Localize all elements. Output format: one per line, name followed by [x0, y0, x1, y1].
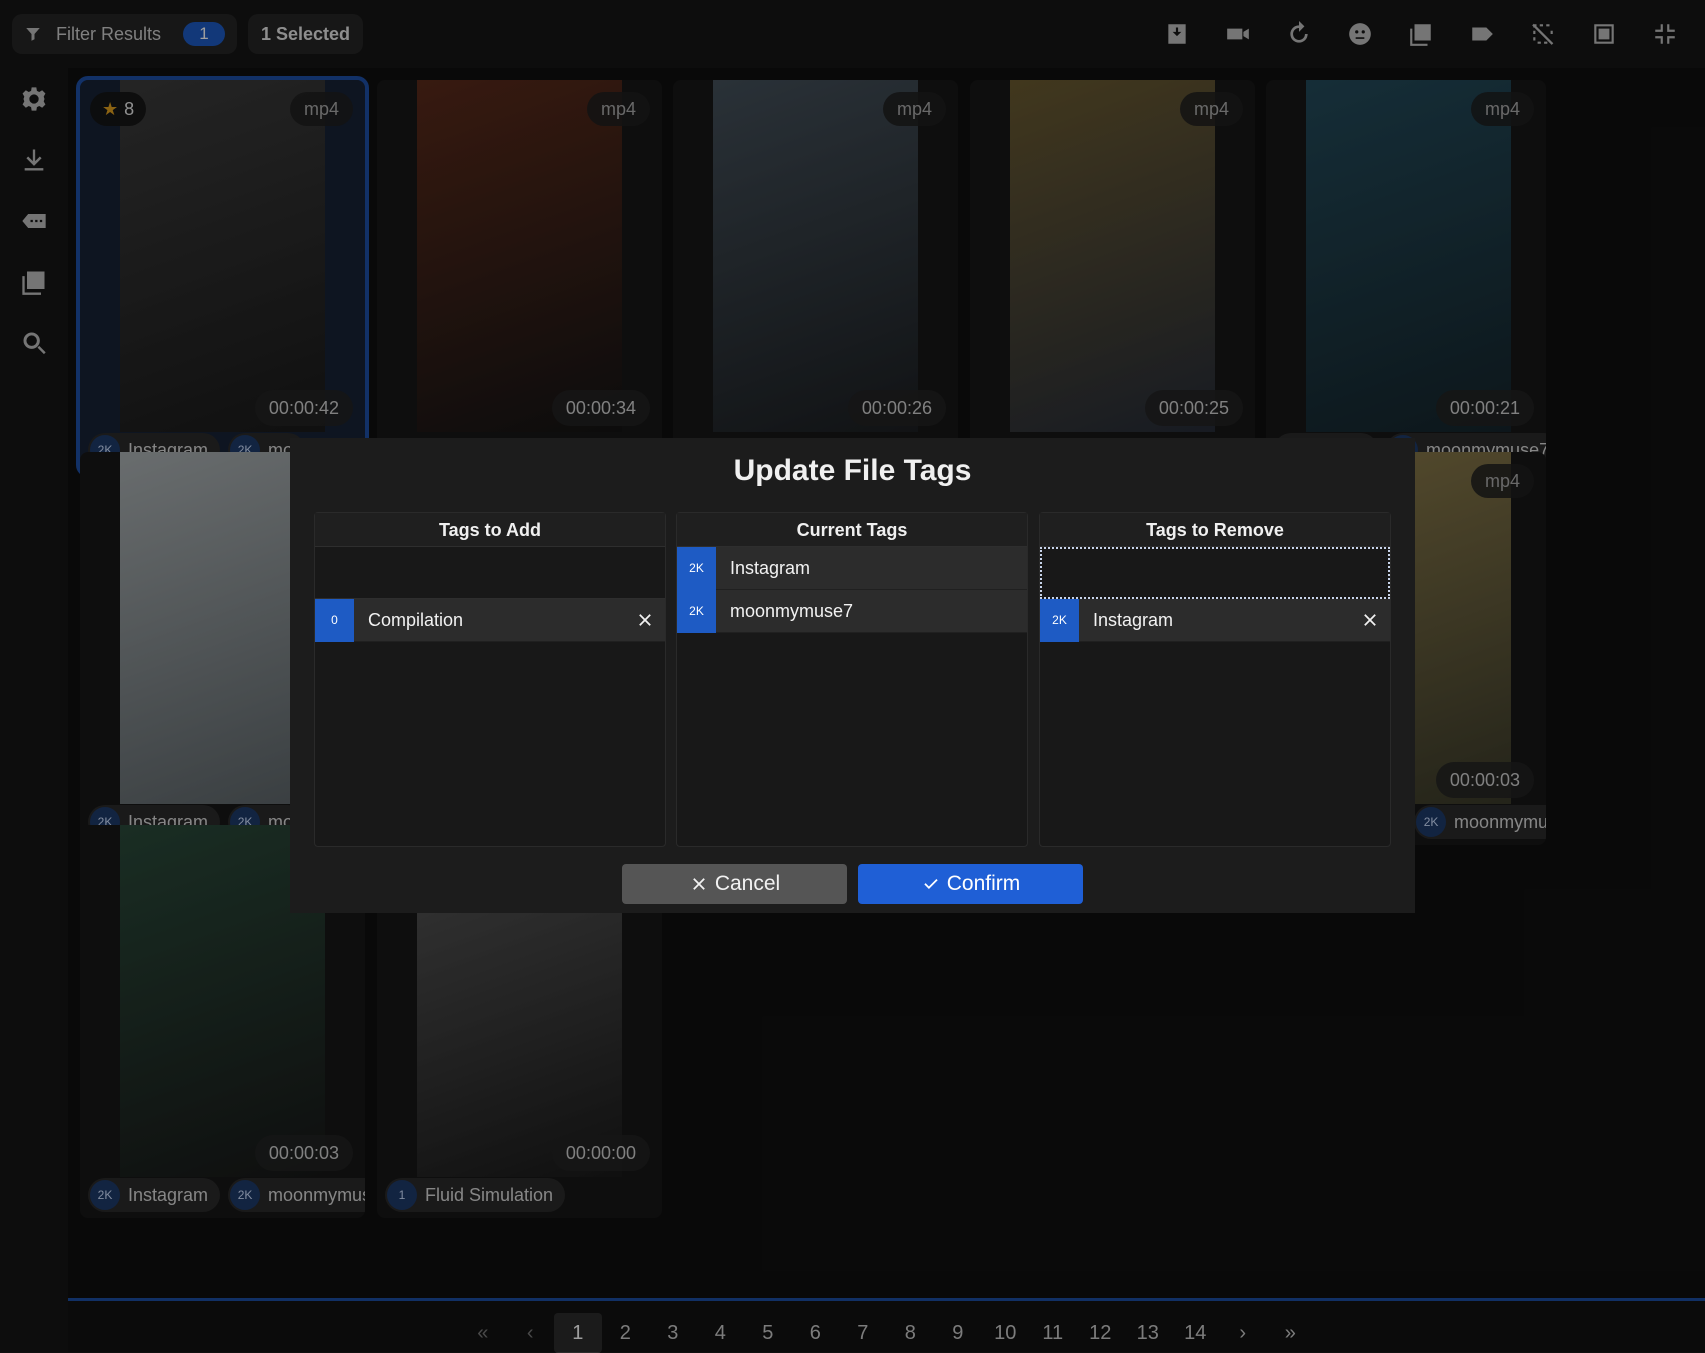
tags-to-remove-column: Tags to Remove 2K Instagram: [1039, 512, 1391, 847]
dialog-title: Update File Tags: [733, 454, 972, 487]
confirm-label: Confirm: [946, 872, 1021, 895]
update-file-tags-dialog: Update File Tags Tags to Add 0 Compilatio…: [290, 438, 1415, 913]
remove-tag-icon[interactable]: [635, 610, 655, 630]
cancel-label: Cancel: [714, 872, 781, 895]
tag-name: moonmymuse7: [730, 600, 854, 621]
current-tags-header: Current Tags: [677, 513, 1027, 547]
check-icon: [924, 879, 938, 889]
tags-to-add-input[interactable]: [315, 547, 665, 599]
tag-count: 2K: [1040, 598, 1079, 642]
tag-row[interactable]: 2K Instagram: [677, 546, 1027, 590]
tags-to-remove-input[interactable]: [1040, 547, 1390, 599]
tag-count: 2K: [677, 546, 716, 590]
remove-tag-icon[interactable]: [1360, 610, 1380, 630]
tag-row[interactable]: 0 Compilation: [315, 598, 665, 642]
tag-name: Instagram: [730, 557, 811, 578]
tag-row[interactable]: 2K Instagram: [1040, 598, 1390, 642]
tag-count: 2K: [677, 589, 716, 633]
confirm-button[interactable]: Confirm: [858, 864, 1083, 904]
tag-count: 0: [315, 598, 354, 642]
current-tags-column: Current Tags 2K Instagram 2K moonmymuse7: [676, 512, 1028, 847]
tag-name: Instagram: [1093, 609, 1174, 630]
cancel-button[interactable]: Cancel: [622, 864, 847, 904]
tags-to-add-column: Tags to Add 0 Compilation: [314, 512, 666, 847]
tags-to-add-header: Tags to Add: [315, 513, 665, 547]
tag-row[interactable]: 2K moonmymuse7: [677, 589, 1027, 633]
tag-name: Compilation: [368, 609, 464, 630]
close-icon: [692, 878, 705, 890]
tags-to-remove-header: Tags to Remove: [1040, 513, 1390, 547]
